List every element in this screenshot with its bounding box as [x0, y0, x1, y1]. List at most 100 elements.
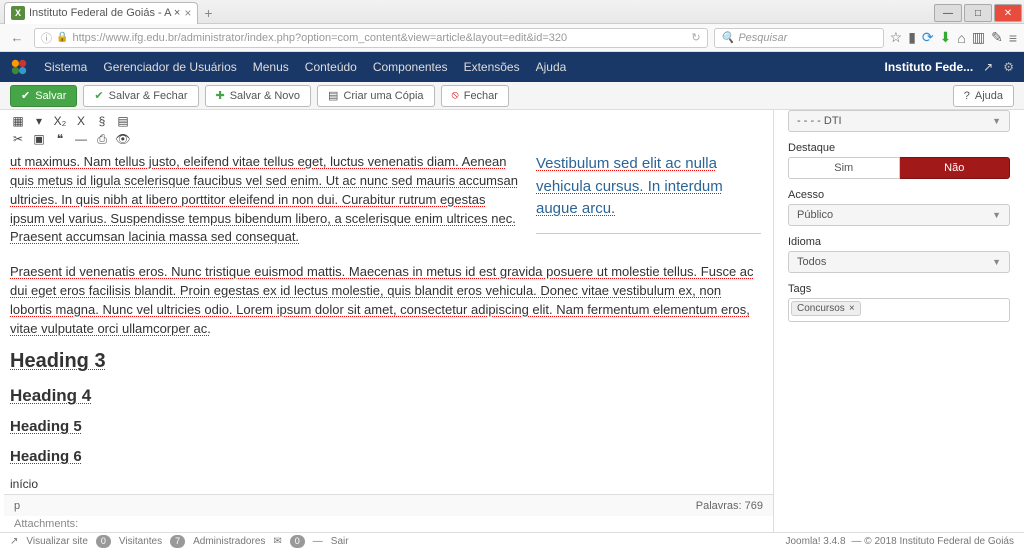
maximize-button[interactable]: □ [964, 4, 992, 22]
copy-button[interactable]: ▤Criar uma Cópia [317, 85, 435, 107]
featured-toggle: Sim Não [788, 157, 1010, 179]
url-field[interactable]: ⓘ 🔒 https://www.ifg.edu.br/administrator… [34, 28, 708, 48]
lock-icon: 🔒 [56, 32, 68, 43]
joomla-logo [10, 58, 28, 76]
pocket-icon[interactable]: ▮ [908, 29, 916, 46]
gear-icon[interactable]: ⚙ [1003, 60, 1014, 74]
copy-icon[interactable]: ▣ [29, 132, 49, 147]
quote-icon[interactable]: ❝ [50, 132, 70, 147]
menu-conteudo[interactable]: Conteúdo [305, 60, 357, 74]
hr-icon[interactable]: — [71, 132, 91, 147]
close-icon[interactable]: × [184, 6, 191, 20]
help-icon: ? [964, 90, 970, 102]
visitors-badge: 0 [96, 535, 111, 548]
url-text: https://www.ifg.edu.br/administrator/ind… [72, 32, 567, 44]
browser-tab[interactable]: X Instituto Federal de Goiás - A × × [4, 2, 198, 24]
preview-site-icon[interactable]: ↗ [10, 536, 18, 547]
edit-icon[interactable]: ✎ [991, 29, 1003, 46]
joomla-version: Joomla! 3.4.8 [785, 536, 845, 547]
access-select[interactable]: Público▼ [788, 204, 1010, 226]
save-new-button[interactable]: ✚Salvar & Novo [205, 85, 312, 107]
menu-menus[interactable]: Menus [253, 60, 289, 74]
heading-3: Heading 3 [10, 347, 761, 376]
chevron-down-icon: ▼ [992, 257, 1001, 267]
remove-tag-icon[interactable]: × [849, 303, 855, 314]
copy-icon: ▤ [328, 89, 338, 102]
url-bar: ← ⓘ 🔒 https://www.ifg.edu.br/administrat… [0, 24, 1024, 52]
sidebar: - - - - DTI▼ Destaque Sim Não Acesso Púb… [774, 110, 1024, 532]
status-bar: ↗ Visualizar site 0 Visitantes 7 Adminis… [0, 532, 1024, 550]
destaque-label: Destaque [788, 142, 1010, 154]
separator: — [313, 536, 323, 547]
back-button[interactable]: ← [6, 27, 28, 49]
joomla-favicon: X [11, 6, 25, 20]
menu-extensoes[interactable]: Extensões [464, 60, 520, 74]
copyright: — © 2018 Instituto Federal de Goiás [852, 536, 1014, 547]
editor-status-bar: p Palavras: 769 [4, 494, 773, 516]
sub-icon[interactable]: X₂ [50, 114, 70, 128]
new-tab-button[interactable]: + [204, 5, 212, 21]
editor-toolbar-row2: ✂ ▣ ❝ — ⎙ 👁 [4, 130, 773, 149]
text-line: início [10, 476, 761, 493]
code-icon[interactable]: ▤ [113, 114, 133, 128]
paragraph: Praesent id venenatis eros. Nunc tristiq… [10, 263, 761, 338]
search-placeholder: Pesquisar [738, 32, 787, 44]
action-toolbar: ✔Salvar ✔Salvar & Fechar ✚Salvar & Novo … [0, 82, 1024, 110]
close-button[interactable]: ⦸Fechar [441, 85, 509, 107]
menu-sistema[interactable]: Sistema [44, 60, 87, 74]
table-icon[interactable]: ▦ [8, 114, 28, 128]
bookmark-icon[interactable]: ☆ [890, 29, 903, 46]
acesso-label: Acesso [788, 189, 1010, 201]
admin-menu-bar: Sistema Gerenciador de Usuários Menus Co… [0, 52, 1024, 82]
print-icon[interactable]: ⎙ [92, 132, 112, 147]
messages-badge: 0 [290, 535, 305, 548]
messages-icon[interactable]: ✉ [273, 536, 281, 547]
element-path[interactable]: p [14, 500, 20, 512]
menu-componentes[interactable]: Componentes [373, 60, 448, 74]
preview-icon[interactable]: 👁 [113, 132, 133, 147]
cut-icon[interactable]: ✂ [8, 132, 28, 147]
save-button[interactable]: ✔Salvar [10, 85, 77, 107]
chevron-down-icon: ▼ [992, 116, 1001, 126]
menu-ajuda[interactable]: Ajuda [536, 60, 567, 74]
anchor-icon[interactable]: § [92, 114, 112, 128]
heading-5: Heading 5 [10, 416, 761, 438]
search-field[interactable]: 🔍 Pesquisar [714, 28, 884, 48]
check-icon: ✔ [21, 89, 30, 102]
site-name[interactable]: Instituto Fede... [885, 60, 974, 74]
tag-chip[interactable]: Concursos× [791, 301, 861, 316]
sync-icon[interactable]: ⟳ [922, 29, 934, 46]
format-icon[interactable]: ▾ [29, 114, 49, 128]
help-button[interactable]: ?Ajuda [953, 85, 1014, 107]
admins-label[interactable]: Administradores [193, 536, 265, 547]
menu-icon[interactable]: ≡ [1009, 30, 1018, 46]
heading-6: Heading 6 [10, 446, 761, 468]
logout[interactable]: Sair [331, 536, 349, 547]
divider [536, 233, 761, 234]
minimize-button[interactable]: — [934, 4, 962, 22]
visitors-label[interactable]: Visitantes [119, 536, 162, 547]
menu-usuarios[interactable]: Gerenciador de Usuários [103, 60, 236, 74]
download-icon[interactable]: ⬇ [940, 29, 952, 46]
featured-no[interactable]: Não [900, 157, 1011, 179]
search-icon: 🔍 [721, 31, 735, 44]
main-content: ▦ ▾ X₂ X § ▤ ✂ ▣ ❝ — ⎙ 👁 ut maximus. Nam… [0, 110, 1024, 532]
featured-yes[interactable]: Sim [788, 157, 900, 179]
external-icon[interactable]: ↗ [983, 60, 993, 74]
library-icon[interactable]: ▥ [972, 29, 985, 46]
reload-icon[interactable]: ↻ [691, 31, 700, 44]
editor-column: ▦ ▾ X₂ X § ▤ ✂ ▣ ❝ — ⎙ 👁 ut maximus. Nam… [0, 110, 774, 532]
home-icon[interactable]: ⌂ [957, 30, 965, 46]
category-select[interactable]: - - - - DTI▼ [788, 110, 1010, 132]
paragraph: ut maximus. Nam tellus justo, eleifend v… [10, 153, 518, 247]
admins-badge: 7 [170, 535, 185, 548]
sup-icon[interactable]: X [71, 114, 91, 128]
editor-body[interactable]: ut maximus. Nam tellus justo, eleifend v… [4, 149, 773, 494]
tags-input[interactable]: Concursos× [788, 298, 1010, 322]
preview-site[interactable]: Visualizar site [26, 536, 88, 547]
language-select[interactable]: Todos▼ [788, 251, 1010, 273]
link-box[interactable]: Vestibulum sed elit ac nulla vehicula cu… [536, 153, 761, 221]
tags-label: Tags [788, 283, 1010, 295]
save-close-button[interactable]: ✔Salvar & Fechar [83, 85, 198, 107]
close-button[interactable]: ✕ [994, 4, 1022, 22]
